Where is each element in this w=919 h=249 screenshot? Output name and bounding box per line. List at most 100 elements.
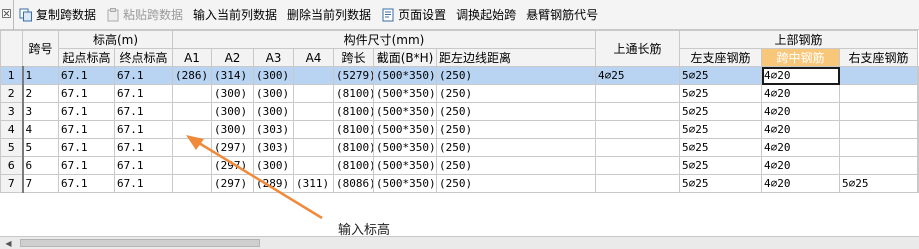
a3-cell[interactable]: (300) [253,102,294,121]
edge-distance-header[interactable]: 距左边线距离 [436,48,596,67]
scroll-thumb[interactable] [20,239,260,247]
table-row[interactable]: 5 5 67.1 67.1 (297) (303) (8100) (500*350) (250)… [0,138,919,157]
elev-end-cell[interactable]: 67.1 [114,174,173,193]
span-no-cell[interactable]: 7 [21,174,59,193]
paste-span-data-button[interactable]: 粘贴跨数据 [101,4,188,26]
a3-cell[interactable]: (303) [253,120,294,139]
bottom-cell[interactable] [917,120,919,139]
row-number[interactable]: 1 [0,66,23,85]
table-row[interactable]: 1 1 67.1 67.1 (286) (314) (300) (5279) (500*350)… [0,66,919,85]
row-number[interactable]: 5 [0,138,23,157]
bottom-cell[interactable] [917,174,919,193]
row-number[interactable]: 6 [0,156,23,175]
top-long-cell[interactable] [595,102,680,121]
a2-cell[interactable]: (314) [211,66,254,85]
section-cell[interactable]: (500*350) [373,138,437,157]
section-cell[interactable]: (500*350) [373,84,437,103]
span-no-cell[interactable]: 4 [21,120,59,139]
elev-start-cell[interactable]: 67.1 [58,156,115,175]
right-support-cell[interactable] [839,120,918,139]
elev-start-cell[interactable]: 67.1 [58,120,115,139]
row-number[interactable]: 3 [0,102,23,121]
row-number[interactable]: 2 [0,84,23,103]
collapse-corner[interactable] [0,0,14,30]
a4-cell[interactable] [293,84,334,103]
a2-cell[interactable]: (300) [211,102,254,121]
a1-header[interactable]: A1 [172,48,212,67]
section-cell[interactable]: (500*350) [373,174,437,193]
left-support-cell[interactable]: 5⌀25 [679,66,762,85]
elev-end-cell[interactable]: 67.1 [114,102,173,121]
mid-span-header[interactable]: 跨中钢筋 [761,48,840,67]
mid-span-cell[interactable]: 4⌀20 [761,120,840,139]
elev-start-cell[interactable]: 67.1 [58,138,115,157]
elev-start-header[interactable]: 起点标高 [58,48,115,67]
bottom-cell[interactable]: 4⌀25 [917,66,919,85]
span-length-cell[interactable]: (8100) [333,156,374,175]
top-long-cell[interactable] [595,156,680,175]
edge-distance-cell[interactable]: (250) [436,102,596,121]
right-support-cell[interactable]: 5⌀25 [839,174,918,193]
right-support-header[interactable]: 右支座钢筋 [839,48,918,67]
span-length-cell[interactable]: (8100) [333,102,374,121]
top-long-cell[interactable] [595,138,680,157]
section-bh-header[interactable]: 截面(B*H) [373,48,437,67]
page-setup-button[interactable]: 页面设置 [376,4,451,26]
a4-cell[interactable] [293,138,334,157]
table-row[interactable]: 2 2 67.1 67.1 (300) (300) (8100) (500*350) (250)… [0,84,919,103]
a4-cell[interactable]: (311) [293,174,334,193]
a4-cell[interactable] [293,156,334,175]
left-support-cell[interactable]: 5⌀25 [679,84,762,103]
elev-start-cell[interactable]: 67.1 [58,174,115,193]
edge-distance-cell[interactable]: (250) [436,84,596,103]
left-support-header[interactable]: 左支座钢筋 [679,48,762,67]
elev-end-cell[interactable]: 67.1 [114,120,173,139]
elev-start-cell[interactable]: 67.1 [58,66,115,85]
elev-end-cell[interactable]: 67.1 [114,156,173,175]
edge-distance-cell[interactable]: (250) [436,120,596,139]
left-support-cell[interactable]: 5⌀25 [679,138,762,157]
a1-cell[interactable] [172,156,212,175]
a1-cell[interactable] [172,102,212,121]
copy-span-data-button[interactable]: 复制跨数据 [14,4,101,26]
edge-distance-cell[interactable]: (250) [436,156,596,175]
mid-span-cell[interactable]: 4⌀20 [761,156,840,175]
span-length-cell[interactable]: (8086) [333,174,374,193]
a3-cell[interactable]: (300) [253,66,294,85]
mid-span-cell[interactable]: 4⌀20 [761,138,840,157]
section-cell[interactable]: (500*350) [373,156,437,175]
top-long-cell[interactable]: 4⌀25 [595,66,680,85]
span-length-cell[interactable]: (5279) [333,66,374,85]
right-support-cell[interactable] [839,156,918,175]
a1-cell[interactable] [172,120,212,139]
a1-cell[interactable] [172,138,212,157]
bottom-cell[interactable] [917,138,919,157]
elev-end-header[interactable]: 终点标高 [114,48,173,67]
top-long-cell[interactable] [595,120,680,139]
table-row[interactable]: 4 4 67.1 67.1 (300) (303) (8100) (500*350) (250)… [0,120,919,139]
right-support-cell[interactable] [839,138,918,157]
section-cell[interactable]: (500*350) [373,102,437,121]
elev-start-cell[interactable]: 67.1 [58,84,115,103]
swap-start-span-button[interactable]: 调换起始跨 [451,4,521,26]
section-cell[interactable]: (500*350) [373,66,437,85]
table-row[interactable]: 3 3 67.1 67.1 (300) (300) (8100) (500*350) (250)… [0,102,919,121]
bottom-cell[interactable] [917,84,919,103]
a2-cell[interactable]: (300) [211,84,254,103]
a2-cell[interactable]: (297) [211,174,254,193]
span-length-cell[interactable]: (8100) [333,120,374,139]
span-length-cell[interactable]: (8100) [333,84,374,103]
mid-span-cell[interactable]: 4⌀20 [761,174,840,193]
a3-cell[interactable]: (300) [253,84,294,103]
elev-end-cell[interactable]: 67.1 [114,66,173,85]
mid-span-cell[interactable]: 4⌀20 [761,84,840,103]
row-number[interactable]: 4 [0,120,23,139]
span-no-cell[interactable]: 3 [21,102,59,121]
a1-cell[interactable] [172,174,212,193]
row-number[interactable]: 7 [0,174,23,193]
cantilever-rebar-code-button[interactable]: 悬臂钢筋代号 [521,4,603,26]
input-column-data-button[interactable]: 输入当前列数据 [188,4,282,26]
a2-cell[interactable]: (300) [211,120,254,139]
a3-cell[interactable]: (289) [253,174,294,193]
delete-column-data-button[interactable]: 删除当前列数据 [282,4,376,26]
